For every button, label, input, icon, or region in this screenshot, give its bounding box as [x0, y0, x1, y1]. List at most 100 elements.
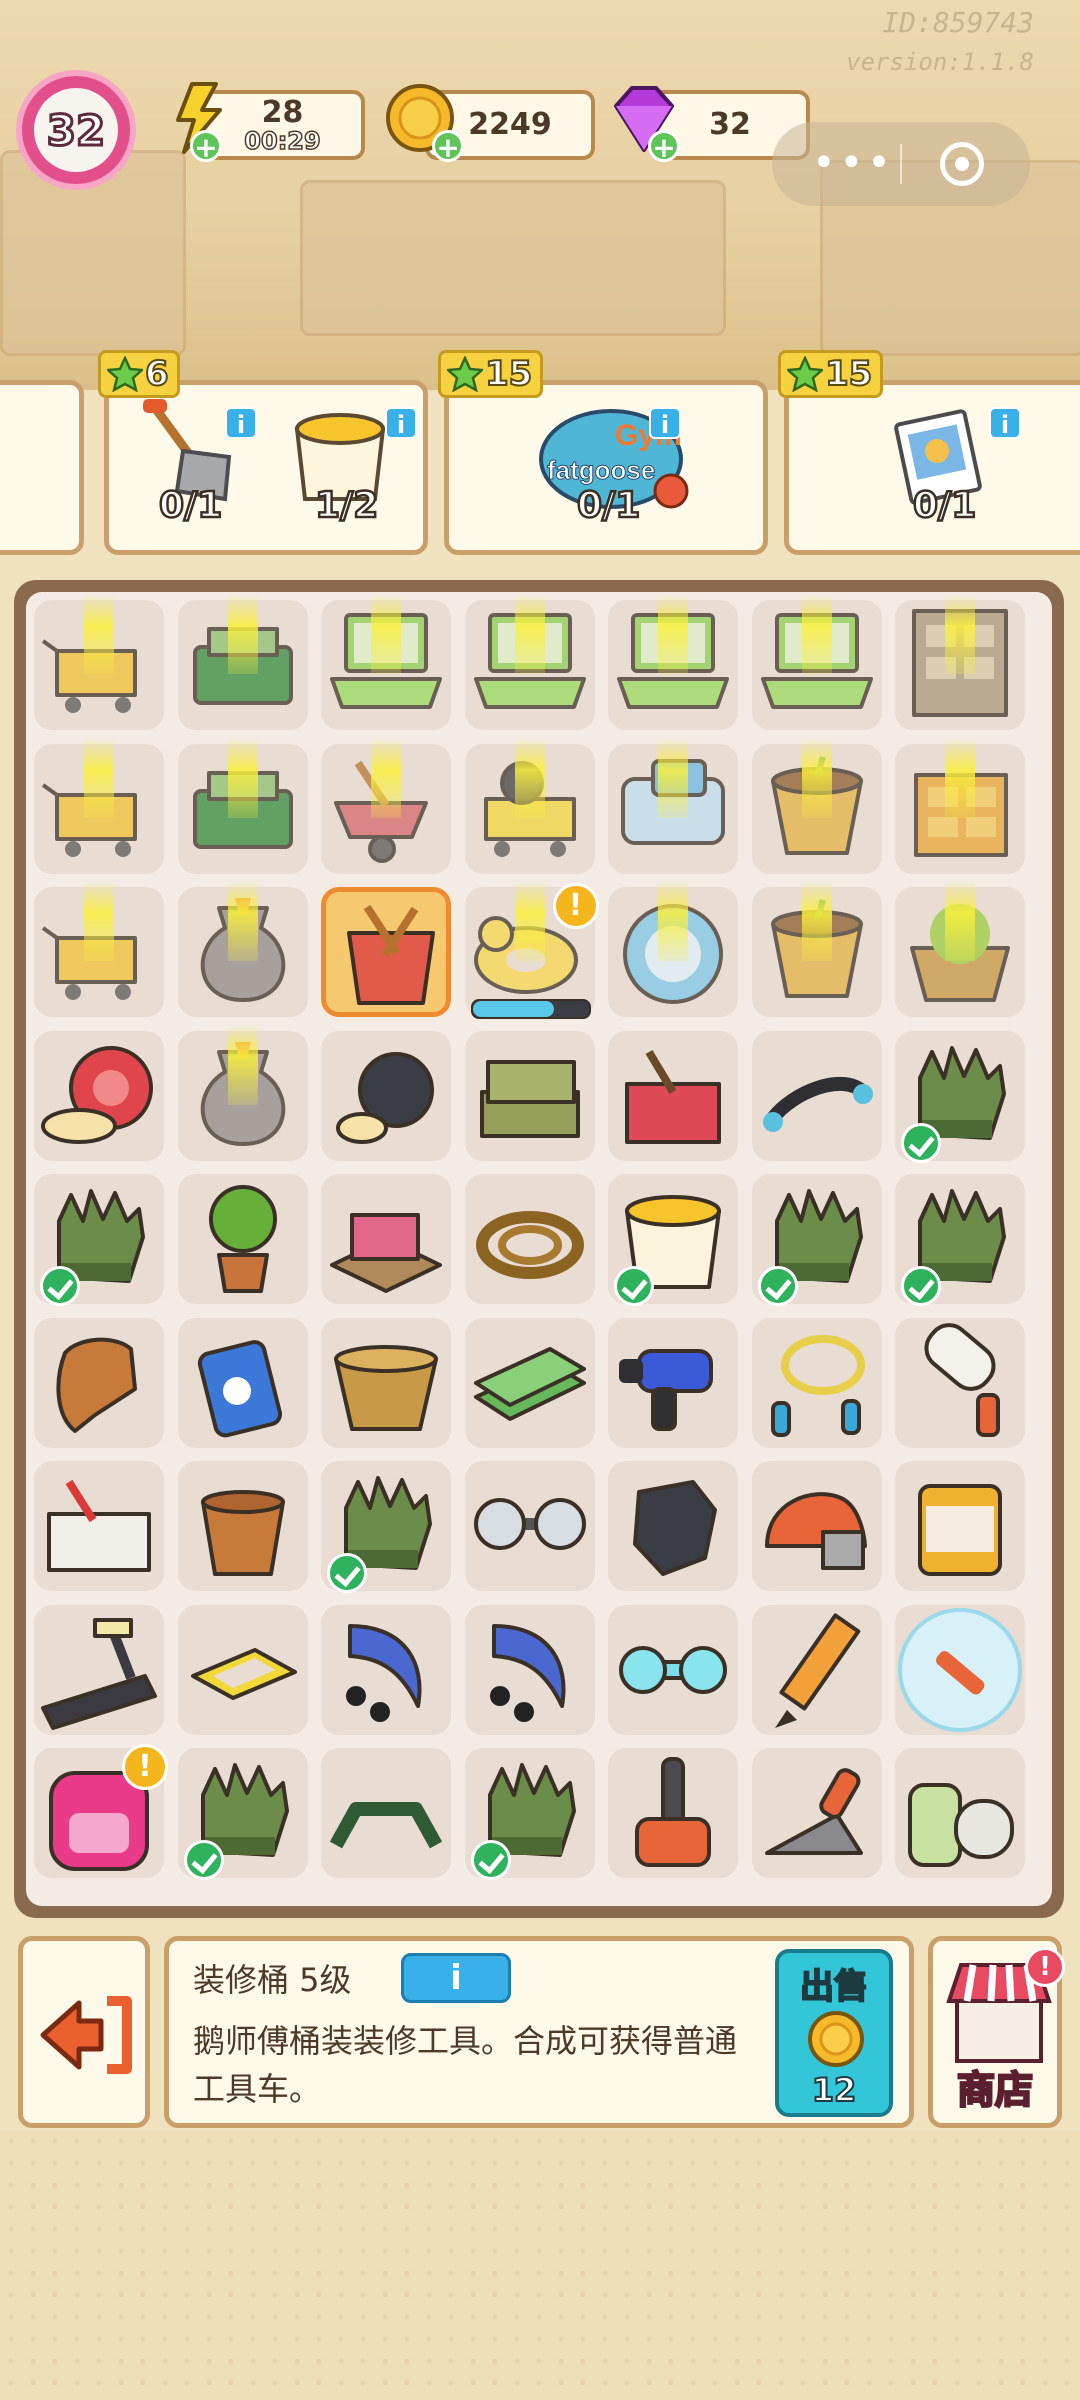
miniprogram-capsule: ••• — [772, 122, 1030, 206]
board-cell-bucket[interactable] — [321, 887, 451, 1017]
board-cell-toolbox[interactable] — [34, 1461, 164, 1591]
board-cell-sprayer[interactable] — [895, 1748, 1025, 1878]
board-cell-boxglove[interactable] — [608, 1461, 738, 1591]
board-cell-bricks[interactable] — [321, 1174, 451, 1304]
board-cell-handle[interactable] — [321, 1748, 451, 1878]
order-card-partial[interactable] — [0, 380, 84, 555]
board-cell-player[interactable] — [177, 1317, 308, 1448]
player-level-badge[interactable]: 32 — [16, 70, 136, 190]
board-cell-robot[interactable] — [608, 881, 738, 1017]
ready-check-icon — [40, 1266, 80, 1306]
board-cell-clay[interactable] — [177, 1461, 308, 1591]
locked-beam — [371, 737, 401, 818]
shop-button[interactable]: ! 商店 — [928, 1936, 1065, 2128]
add-coins-button[interactable]: + — [432, 130, 464, 163]
cash-icon — [473, 1346, 586, 1421]
board-cell-smalldb[interactable] — [608, 1604, 738, 1735]
board-cell-machine[interactable] — [608, 737, 738, 874]
sell-label: 出售 — [799, 1966, 869, 2008]
board-cell-frame[interactable] — [177, 1604, 308, 1735]
board-cell-pencil[interactable] — [751, 1604, 882, 1735]
board-cell-drawer[interactable] — [895, 737, 1025, 874]
board-cell-bags[interactable] — [464, 1030, 595, 1161]
ready-check-icon — [614, 1266, 654, 1306]
board-cell-gun[interactable] — [608, 1317, 738, 1448]
board-cell-bubble[interactable] — [895, 1604, 1025, 1735]
helmet-icon — [764, 1492, 867, 1570]
target-icon[interactable] — [940, 142, 984, 186]
order-3-info-icon[interactable]: i — [989, 407, 1021, 439]
order-2-reward-value: 15 — [484, 353, 533, 395]
board-cell-wheelbarrow[interactable] — [321, 737, 451, 874]
board-cell-laptop[interactable] — [464, 594, 595, 730]
board-cell-crate[interactable] — [177, 594, 308, 730]
locked-beam — [658, 594, 688, 674]
board-cell-roller2[interactable] — [464, 1604, 595, 1735]
order-card-2[interactable]: Gym fatgoose i 0/1 — [444, 380, 768, 555]
board-cell-crate[interactable] — [177, 737, 308, 874]
board-cell-pot[interactable] — [751, 881, 882, 1017]
board-cell-cart[interactable] — [34, 594, 164, 730]
board-cell-toolcart[interactable] — [464, 737, 595, 874]
board-cell-cabinet[interactable] — [895, 594, 1025, 730]
item-info-button[interactable]: i — [401, 1953, 511, 2003]
merge-board: !! — [14, 580, 1064, 1918]
locked-beam — [514, 881, 545, 961]
board-cell-spring[interactable] — [751, 1030, 882, 1161]
handle-icon — [329, 1802, 443, 1849]
board-cell-basket[interactable] — [321, 1317, 451, 1448]
board-cell-cart[interactable] — [34, 881, 164, 1017]
board-cell-can[interactable] — [895, 1461, 1025, 1591]
board-cell-laptop[interactable] — [321, 594, 451, 730]
trowel-icon — [764, 1768, 863, 1855]
more-menu-button[interactable]: ••• — [812, 140, 895, 186]
board-cell-cash[interactable] — [464, 1317, 595, 1448]
board-cell-roller[interactable] — [895, 1317, 1025, 1448]
board-cell-basketplant[interactable] — [895, 881, 1025, 1017]
locked-beam — [945, 737, 975, 818]
production-progress-fill — [472, 1001, 554, 1017]
board-cell-hammer[interactable] — [608, 1748, 738, 1878]
item-detail-panel: 装修桶 5级 i 鹅师傅桶装装修工具。合成可获得普通工具车。 出售 12 — [164, 1936, 914, 2128]
board-cell-treadmill[interactable] — [34, 1604, 164, 1735]
board-cell-ball[interactable] — [321, 1030, 451, 1161]
sprayer-icon — [908, 1783, 1014, 1867]
add-energy-button[interactable]: + — [190, 130, 222, 163]
board-cell-trowel[interactable] — [751, 1748, 882, 1878]
board-cell-pad[interactable] — [34, 1317, 164, 1448]
locked-beam — [84, 737, 114, 818]
board-cell-laptop[interactable] — [751, 594, 882, 730]
spring-icon — [762, 1076, 873, 1132]
energy-value: 28 — [261, 95, 304, 130]
boxglove-icon — [633, 1480, 717, 1576]
sell-button[interactable]: 出售 12 — [775, 1949, 893, 2117]
board-cell-sack[interactable] — [177, 881, 308, 1017]
board-cell-laptop[interactable] — [608, 594, 738, 730]
ready-check-icon — [757, 1266, 798, 1306]
locked-beam — [801, 881, 832, 961]
board-cell-pot[interactable] — [751, 737, 882, 874]
board-cell-helmet[interactable] — [751, 1461, 882, 1591]
order-2-info-icon[interactable]: i — [649, 407, 681, 439]
board-cell-dumbbell[interactable] — [464, 1461, 595, 1591]
gun-icon — [619, 1348, 713, 1431]
board-cell-roller2[interactable] — [321, 1604, 451, 1735]
locked-beam — [84, 881, 114, 961]
order-1-info-icon[interactable]: i — [225, 407, 257, 439]
order-card-1[interactable]: i i 0/1 1/2 — [104, 380, 428, 555]
rope-icon — [475, 1211, 584, 1279]
board-cell-rope[interactable] — [464, 1174, 595, 1304]
board-cell-snail[interactable] — [34, 1030, 164, 1161]
board-cell-jumprope[interactable] — [751, 1317, 882, 1448]
alert-icon: ! — [122, 1744, 168, 1790]
board-cell-sack[interactable] — [177, 1024, 308, 1161]
board-cell-cart[interactable] — [34, 737, 164, 874]
order-1-item-1-count: 0/1 — [158, 484, 224, 528]
board-cell-trowelbox[interactable] — [608, 1030, 738, 1161]
board-cell-plant[interactable] — [177, 1174, 308, 1304]
order-1b-info-icon[interactable]: i — [385, 407, 417, 439]
order-3-reward-value: 15 — [824, 353, 873, 395]
order-card-3[interactable]: i 0/1 — [784, 380, 1080, 555]
add-gems-button[interactable]: + — [648, 130, 680, 163]
exit-button[interactable] — [18, 1936, 150, 2128]
